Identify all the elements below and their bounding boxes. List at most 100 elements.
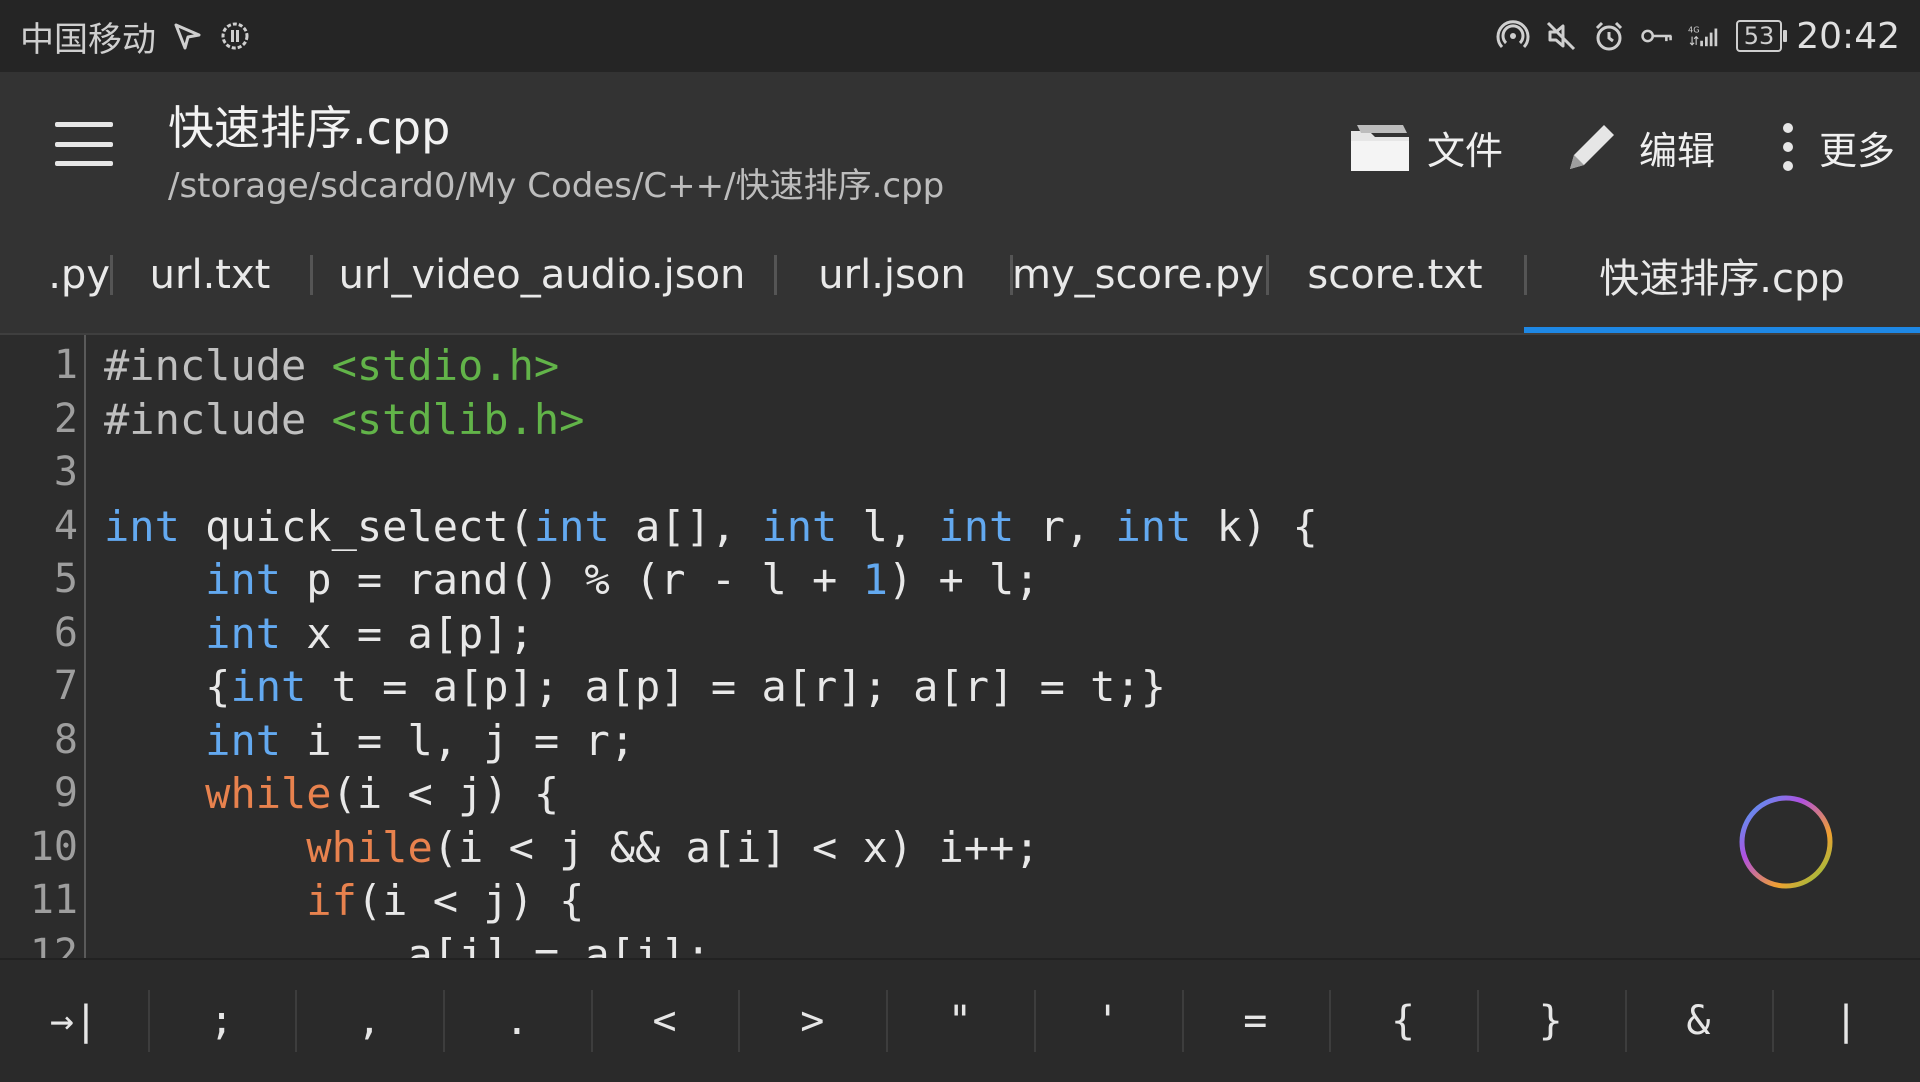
more-menu-button[interactable]: 更多: [1773, 119, 1895, 175]
code-token: <stdlib.h>: [331, 394, 585, 444]
line-number: 12: [29, 930, 78, 959]
code-token: (i < j && a[i] < x) i++;: [432, 822, 1040, 872]
tab-label: 快速排序.cpp: [1599, 256, 1845, 302]
code-token: int: [761, 501, 838, 551]
code-text: {int t = a[p]; a[p] = a[r]; a[r] = t;}: [104, 660, 1166, 713]
hotspot-icon: [1496, 19, 1530, 53]
symbol-key-button[interactable]: .: [443, 976, 591, 1066]
line-number: 3: [53, 449, 78, 495]
tab-url-txt[interactable]: url.txt: [110, 217, 310, 333]
symbol-key-button[interactable]: =: [1181, 976, 1330, 1066]
edit-menu-label: 编辑: [1638, 128, 1715, 173]
line-number: 6: [53, 609, 78, 656]
code-token: <stdio.h>: [331, 341, 560, 390]
line-number: 9: [53, 770, 78, 816]
symbol-key-button[interactable]: <: [590, 976, 739, 1066]
tab-url-json[interactable]: url.json: [774, 217, 1010, 333]
app-toolbar: 快速排序.cpp /storage/sdcard0/My Codes/C++/快…: [0, 72, 1920, 217]
code-token: a[],: [609, 501, 762, 551]
symbol-key-bar: →|;,. < > " ' ={} & |: [0, 958, 1920, 1082]
pencil-icon: [1561, 119, 1623, 175]
code-token: if: [306, 876, 357, 925]
symbol-key-button[interactable]: }: [1476, 976, 1625, 1066]
line-number: 11: [29, 877, 78, 923]
vpn-key-icon: [1640, 19, 1674, 53]
alarm-icon: [1592, 19, 1626, 53]
code-text: while(i < j && a[i] < x) i++;: [104, 821, 1040, 874]
line-number: 2: [53, 395, 78, 442]
code-token: while: [306, 822, 433, 872]
carrier-name: 中国移动: [20, 19, 156, 60]
symbol-key-button[interactable]: |: [1772, 976, 1920, 1066]
code-token: p = rand() % (r - l +: [281, 555, 863, 604]
file-menu-button[interactable]: 文件: [1349, 119, 1503, 175]
code-text: int i = l, j = r;: [104, 714, 635, 767]
tab-label: url_video_audio.json: [338, 252, 746, 298]
battery-indicator: 53: [1735, 20, 1787, 52]
code-editor[interactable]: 1 #include <stdio.h> 2 #include <stdlib.h> 3…: [0, 335, 1920, 958]
status-bar: 中国移动 4G 53 20:42: [0, 0, 1920, 72]
code-token: int: [533, 501, 610, 551]
tab-partial-py[interactable]: .py: [0, 217, 110, 333]
file-menu-label: 文件: [1426, 128, 1503, 173]
more-menu-label: 更多: [1818, 128, 1895, 173]
code-token: int: [205, 608, 282, 658]
code-token: 1: [862, 555, 888, 604]
code-token: (i < j) {: [331, 769, 560, 818]
code-token: t = a[p]; a[p] = a[r]; a[r] = t;}: [306, 662, 1167, 711]
more-vertical-icon: [1773, 119, 1803, 175]
clock: 20:42: [1796, 15, 1900, 57]
code-token: quick_select(: [179, 501, 534, 551]
tab-label: score.txt: [1307, 252, 1483, 298]
code-text: a[j] = a[i];: [104, 928, 711, 959]
code-token: k) {: [1191, 501, 1318, 551]
symbol-key-button[interactable]: ;: [147, 976, 296, 1066]
code-token: ) + l;: [887, 555, 1040, 604]
code-token: i = l, j = r;: [281, 715, 636, 765]
code-token: int: [104, 501, 180, 551]
edit-menu-button[interactable]: 编辑: [1561, 119, 1715, 175]
code-token: (i < j) {: [356, 876, 585, 925]
code-token: a[j] = a[i];: [104, 929, 711, 959]
network-type: 4G: [1688, 25, 1700, 35]
tab-label: url.json: [818, 252, 966, 298]
code-token: l,: [837, 501, 939, 551]
file-title: 快速排序.cpp: [168, 101, 451, 155]
status-left: 中国移动: [20, 12, 252, 61]
status-right: 4G 53 20:42: [1496, 16, 1900, 57]
code-token: int: [205, 715, 282, 765]
code-token: #include: [104, 341, 332, 390]
line-number: 1: [53, 342, 78, 388]
toolbar-actions: 文件 编辑 更多: [1349, 112, 1895, 182]
code-token: int: [230, 662, 307, 711]
symbol-key-button[interactable]: >: [738, 976, 886, 1066]
file-path: /storage/sdcard0/My Codes/C++/快速排序.cpp: [168, 166, 945, 206]
tab-key-button[interactable]: →|: [0, 976, 148, 1066]
symbol-key-button[interactable]: ,: [295, 976, 443, 1066]
tab-url-video-audio-json[interactable]: url_video_audio.json: [310, 217, 774, 333]
tab-label: .py: [48, 252, 110, 298]
tab-score-txt[interactable]: score.txt: [1266, 217, 1524, 333]
symbol-key-button[interactable]: ": [886, 976, 1034, 1066]
tab-label: url.txt: [149, 252, 271, 298]
code-token: int: [1115, 501, 1192, 551]
symbol-key-button[interactable]: ': [1033, 976, 1182, 1066]
tab-my-score-py[interactable]: my_score.py: [1010, 217, 1266, 333]
signal-icon: 4G: [1688, 19, 1722, 53]
loading-spinner-icon: [1739, 795, 1833, 889]
code-token: #include: [104, 394, 332, 444]
code-token: int: [938, 501, 1015, 551]
menu-icon[interactable]: [55, 122, 113, 166]
tab-quicksort-cpp[interactable]: 快速排序.cpp: [1524, 217, 1920, 333]
symbol-key-button[interactable]: {: [1329, 976, 1477, 1066]
code-text: while(i < j) {: [104, 767, 559, 820]
line-number: 10: [29, 823, 78, 870]
code-token: int: [205, 555, 282, 604]
symbol-key-button[interactable]: &: [1624, 976, 1773, 1066]
